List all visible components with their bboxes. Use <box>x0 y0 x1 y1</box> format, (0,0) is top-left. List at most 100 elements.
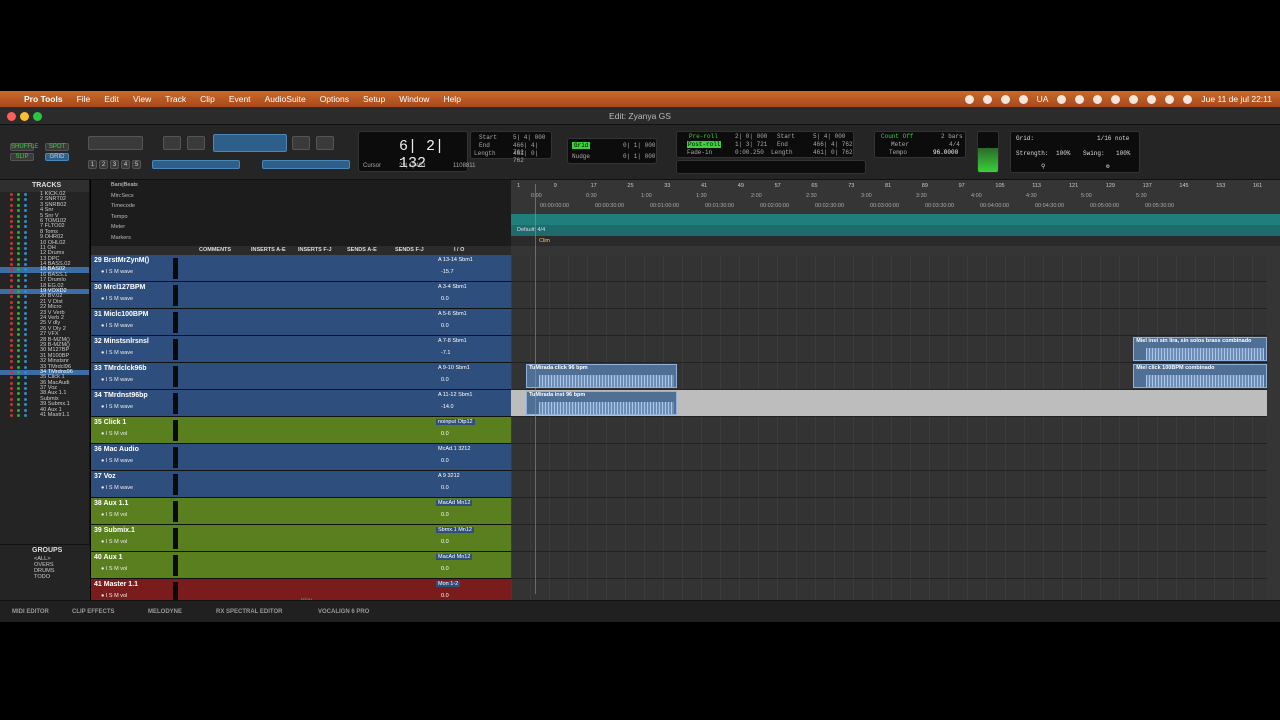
active-dot-icon[interactable] <box>17 246 20 250</box>
active-dot-icon[interactable] <box>17 300 20 304</box>
active-dot-icon[interactable] <box>17 333 20 337</box>
record-dot-icon[interactable] <box>10 387 13 391</box>
sel-start[interactable]: 5| 4| 000 <box>513 134 545 141</box>
tab-midi-editor[interactable]: MIDI EDITOR <box>12 609 49 615</box>
show-dot-icon[interactable] <box>24 300 27 304</box>
active-dot-icon[interactable] <box>17 290 20 294</box>
record-dot-icon[interactable] <box>10 392 13 396</box>
record-dot-icon[interactable] <box>10 284 13 288</box>
show-dot-icon[interactable] <box>24 198 27 202</box>
record-dot-icon[interactable] <box>10 257 13 261</box>
record-dot-icon[interactable] <box>10 414 13 418</box>
track-row[interactable]: 40 Aux 1 ● I S M vol MacAd Mn12 0.0 <box>91 552 511 579</box>
active-dot-icon[interactable] <box>17 387 20 391</box>
active-dot-icon[interactable] <box>17 219 20 223</box>
preroll-label[interactable]: Pre-roll <box>689 133 718 140</box>
show-dot-icon[interactable] <box>24 273 27 277</box>
col-sends-ae[interactable]: SENDS A-E <box>347 247 377 253</box>
inserts-sends[interactable] <box>251 368 511 384</box>
show-dot-icon[interactable] <box>24 376 27 380</box>
nudge-value[interactable]: 0| 1| 000 <box>623 153 655 160</box>
record-dot-icon[interactable] <box>10 203 13 207</box>
status-icon[interactable] <box>964 94 974 104</box>
menu-audiosuite[interactable]: AudioSuite <box>258 94 313 104</box>
ruler-bars-beats[interactable]: Bars|Beats <box>91 180 511 191</box>
active-dot-icon[interactable] <box>17 381 20 385</box>
track-volume[interactable]: -15.7 <box>441 269 454 275</box>
nudge-label[interactable]: Nudge <box>572 153 590 160</box>
active-dot-icon[interactable] <box>17 392 20 396</box>
audio-clip[interactable]: Miel click 100BPM combinado <box>1133 364 1267 388</box>
track-name[interactable]: 40 Aux 1 <box>94 554 123 561</box>
group-item[interactable]: TODO <box>0 574 90 580</box>
tempo-display[interactable]: Count Off 2 bars Meter 4/4 Tempo 96.0000 <box>874 131 966 158</box>
track-row[interactable]: 35 Click 1 ● I S M vol noinput Otp12 0.0 <box>91 417 511 444</box>
t-length[interactable]: 461| 0| 762 <box>813 149 853 156</box>
track-controls[interactable]: ● I S M vol <box>101 512 127 518</box>
show-dot-icon[interactable] <box>24 203 27 207</box>
track-controls[interactable]: ● I S M vol <box>101 431 127 437</box>
close-icon[interactable] <box>7 112 16 121</box>
track-name[interactable]: 37 Voz <box>94 473 116 480</box>
track-volume[interactable]: 0.0 <box>441 377 449 383</box>
show-dot-icon[interactable] <box>24 252 27 256</box>
record-dot-icon[interactable] <box>10 333 13 337</box>
track-volume[interactable]: 0.0 <box>441 512 449 518</box>
countoff-label[interactable]: Count Off <box>881 133 913 140</box>
zoom-preset-2[interactable]: 2 <box>99 160 108 169</box>
show-dot-icon[interactable] <box>24 322 27 326</box>
record-dot-icon[interactable] <box>10 403 13 407</box>
record-dot-icon[interactable] <box>10 263 13 267</box>
track-io[interactable]: Sbmx.1 Mn12 <box>436 527 474 533</box>
zoomer-tool-icon[interactable] <box>163 136 181 150</box>
active-dot-icon[interactable] <box>17 225 20 229</box>
active-dot-icon[interactable] <box>17 252 20 256</box>
bluetooth-icon[interactable] <box>1129 94 1139 104</box>
show-dot-icon[interactable] <box>24 230 27 234</box>
ruler-tempo[interactable]: Tempo <box>91 212 511 223</box>
menu-help[interactable]: Help <box>436 94 467 104</box>
control-center-icon[interactable] <box>1183 94 1193 104</box>
active-dot-icon[interactable] <box>17 349 20 353</box>
search-icon[interactable]: ⚲ <box>1041 163 1045 170</box>
col-inserts-fj[interactable]: INSERTS F-J <box>298 247 332 253</box>
menu-setup[interactable]: Setup <box>356 94 392 104</box>
track-lane[interactable] <box>511 309 1267 336</box>
track-volume[interactable]: -14.0 <box>441 404 454 410</box>
active-dot-icon[interactable] <box>17 327 20 331</box>
track-volume[interactable]: 0.0 <box>441 296 449 302</box>
record-dot-icon[interactable] <box>10 279 13 283</box>
col-sends-fj[interactable]: SENDS F-J <box>395 247 424 253</box>
shuffle-mode-button[interactable]: SHUFFLE <box>10 143 38 151</box>
track-volume[interactable]: 0.0 <box>441 485 449 491</box>
show-dot-icon[interactable] <box>24 295 27 299</box>
track-volume[interactable]: 0.0 <box>441 431 449 437</box>
track-controls[interactable]: ● I S M wave <box>101 485 133 491</box>
track-io[interactable]: A 7-8 Sbm1 <box>436 338 469 344</box>
inserts-sends[interactable] <box>251 476 511 492</box>
t-start[interactable]: 5| 4| 000 <box>813 133 845 140</box>
grid-nudge-display[interactable]: Grid Nudge 0| 1| 000 0| 1| 000 <box>567 138 657 164</box>
track-name[interactable]: 33 TMrdclck96b <box>94 365 147 372</box>
menu-app[interactable]: Pro Tools <box>17 94 70 104</box>
t-end[interactable]: 466| 4| 762 <box>813 141 853 148</box>
wifi-icon[interactable] <box>1147 94 1157 104</box>
playhead[interactable] <box>535 184 536 594</box>
show-dot-icon[interactable] <box>24 414 27 418</box>
track-io[interactable]: Mon 1-2 <box>436 581 461 587</box>
active-dot-icon[interactable] <box>17 365 20 369</box>
show-dot-icon[interactable] <box>24 268 27 272</box>
active-dot-icon[interactable] <box>17 193 20 196</box>
track-io[interactable]: A 3-4 Sbm1 <box>436 284 469 290</box>
record-dot-icon[interactable] <box>10 397 13 401</box>
active-dot-icon[interactable] <box>17 198 20 202</box>
show-dot-icon[interactable] <box>24 306 27 310</box>
active-dot-icon[interactable] <box>17 279 20 283</box>
scrubber-tool-icon[interactable] <box>292 136 310 150</box>
active-dot-icon[interactable] <box>17 203 20 207</box>
groove-panel[interactable]: Grid: 1/16 note Strength: 100% Swing: 10… <box>1010 131 1140 173</box>
active-dot-icon[interactable] <box>17 295 20 299</box>
track-io[interactable]: A 13-14 Sbm1 <box>436 257 475 263</box>
track-lane[interactable] <box>511 255 1267 282</box>
zoom-preset-3[interactable]: 3 <box>110 160 119 169</box>
